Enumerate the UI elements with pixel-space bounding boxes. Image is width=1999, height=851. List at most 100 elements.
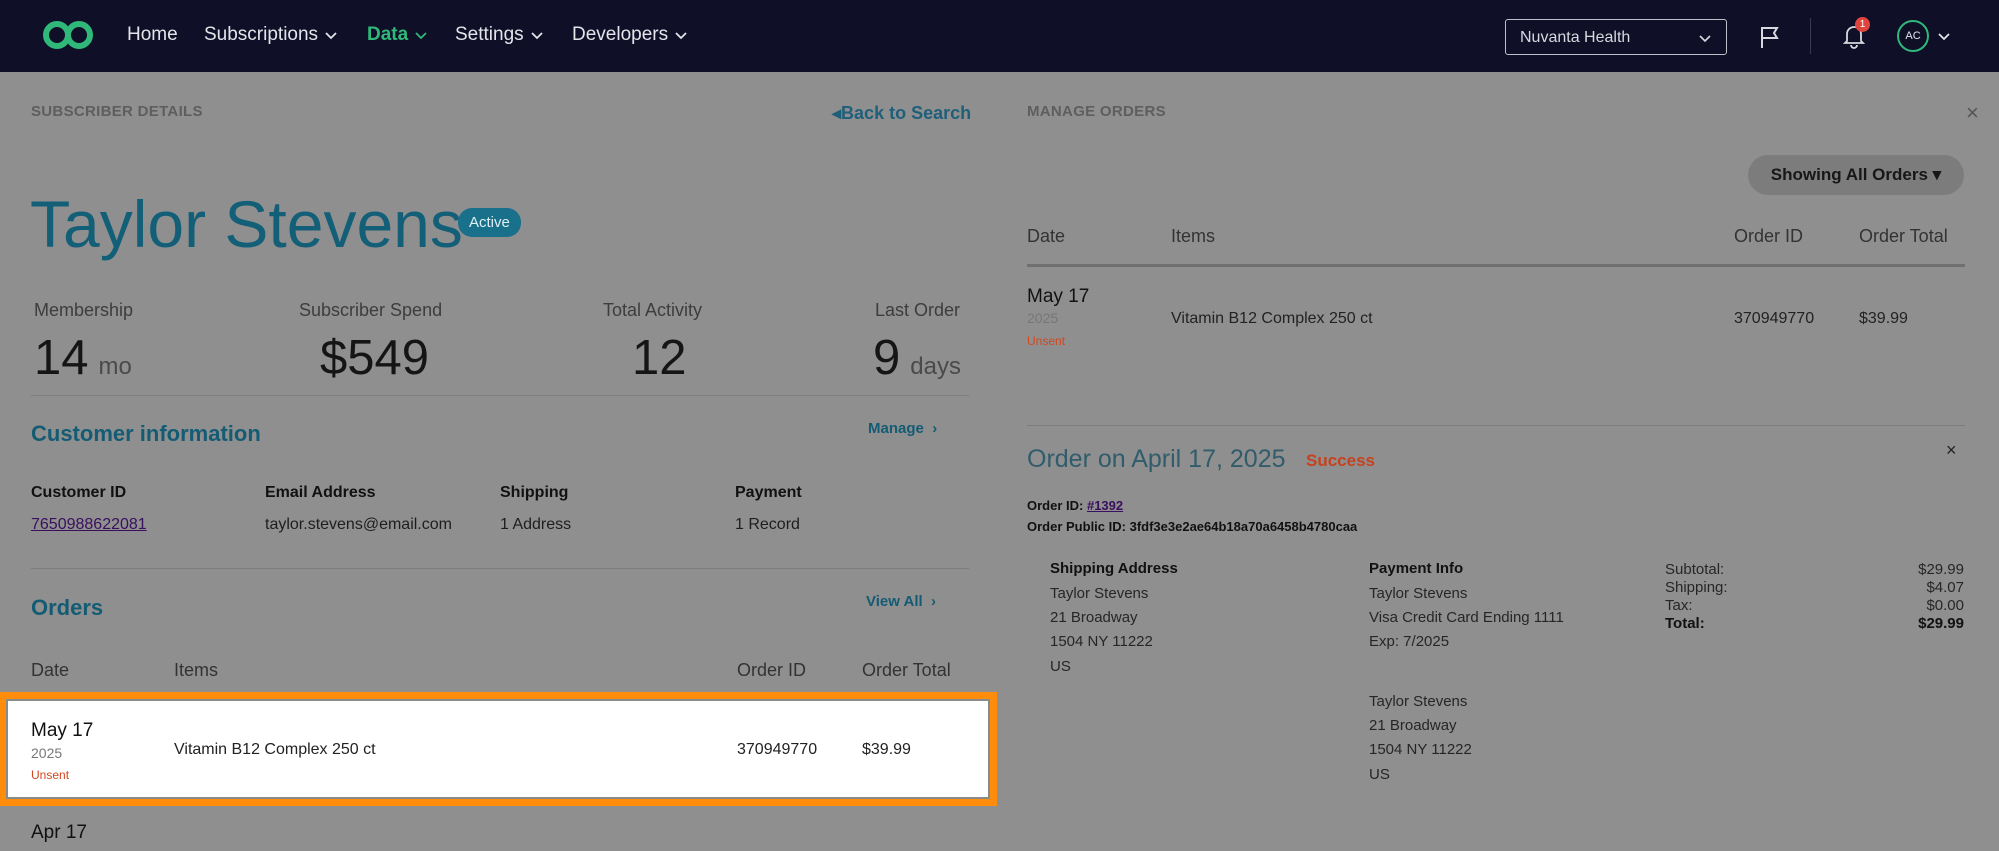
billing-line: US xyxy=(1369,766,1390,783)
payment-line: Taylor Stevens xyxy=(1369,585,1468,602)
top-nav: Home Subscriptions Data Settings Develop… xyxy=(0,0,1999,72)
chevron-right-icon: › xyxy=(926,593,937,610)
chevron-down-icon xyxy=(325,32,337,40)
close-icon[interactable]: × xyxy=(1966,100,1979,126)
shipping-cost-label: Shipping: xyxy=(1665,579,1728,596)
customer-id-link[interactable]: 7650988622081 xyxy=(31,516,147,533)
order-year: 2025 xyxy=(31,745,63,761)
nav-data-label: Data xyxy=(367,24,409,45)
shipping-line: 21 Broadway xyxy=(1050,609,1138,626)
public-id-value: 3fdf3e3e2ae64b18a70a6458b4780caa xyxy=(1129,519,1358,534)
order-status: Unsent xyxy=(1027,334,1066,348)
payment-label: Payment xyxy=(735,484,802,501)
stat-membership-value: 14 mo xyxy=(34,330,132,386)
tax-value: $0.00 xyxy=(1926,597,1964,614)
stat-membership-label: Membership xyxy=(34,300,134,320)
order-id-line: Order ID: #1392 xyxy=(1027,498,1123,513)
organization-select[interactable]: Nuvanta Health xyxy=(1505,19,1727,55)
table-header-divider xyxy=(1027,264,1965,267)
back-to-search-link[interactable]: ◂Back to Search xyxy=(832,103,971,124)
order-id: 370949770 xyxy=(737,741,818,758)
public-id-label: Order Public ID: xyxy=(1027,519,1126,534)
orders-col-items: Items xyxy=(174,660,219,680)
back-to-search-label: Back to Search xyxy=(841,103,972,123)
manage-col-total: Order Total xyxy=(1859,226,1948,246)
table-row[interactable]: May 17 2025 Unsent Vitamin B12 Complex 2… xyxy=(0,692,997,806)
shipping-label: Shipping xyxy=(500,484,569,501)
nav-settings-label: Settings xyxy=(455,24,524,45)
subscriber-details-label: SUBSCRIBER DETAILS xyxy=(31,103,203,120)
brand-logo-icon[interactable] xyxy=(42,20,94,50)
stat-last-order-label: Last Order xyxy=(875,300,961,320)
close-icon[interactable]: × xyxy=(1946,440,1957,461)
payment-value: 1 Record xyxy=(735,516,800,533)
customer-info-heading: Customer information xyxy=(31,421,261,446)
order-date[interactable]: Apr 17 xyxy=(31,822,87,844)
billing-line: Taylor Stevens xyxy=(1369,693,1468,710)
avatar[interactable]: AC xyxy=(1897,20,1929,52)
order-year: 2025 xyxy=(1027,310,1059,326)
order-id: 370949770 xyxy=(1734,310,1815,327)
caret-left-icon: ◂ xyxy=(832,103,842,123)
nav-subscriptions[interactable]: Subscriptions xyxy=(204,24,338,46)
organization-select-value: Nuvanta Health xyxy=(1520,29,1631,46)
order-detail-status: Success xyxy=(1306,451,1375,470)
nav-developers-label: Developers xyxy=(572,24,669,45)
order-id-link[interactable]: #1392 xyxy=(1087,498,1123,513)
chevron-down-icon xyxy=(531,32,543,40)
nav-settings[interactable]: Settings xyxy=(455,24,544,46)
view-all-label: View All xyxy=(866,593,923,610)
stat-membership-unit: mo xyxy=(98,353,132,380)
manage-label: Manage xyxy=(868,420,924,437)
orders-col-date: Date xyxy=(31,660,70,680)
order-status: Unsent xyxy=(31,768,70,782)
billing-line: 1504 NY 11222 xyxy=(1369,741,1472,758)
divider xyxy=(31,395,969,396)
stat-spend-value: $549 xyxy=(320,331,430,385)
nav-data[interactable]: Data xyxy=(367,24,428,46)
nav-home-label: Home xyxy=(127,24,178,45)
orders-col-order-id: Order ID xyxy=(737,660,807,680)
shipping-line: US xyxy=(1050,658,1071,675)
shipping-line: Taylor Stevens xyxy=(1050,585,1149,602)
order-detail-title: Order on April 17, 2025 xyxy=(1027,445,1286,473)
stat-activity-label: Total Activity xyxy=(603,300,703,320)
manage-col-order-id: Order ID xyxy=(1734,226,1804,246)
chevron-down-icon[interactable] xyxy=(1937,29,1951,43)
customer-id-value[interactable]: 7650988622081 xyxy=(31,516,147,534)
order-total: $39.99 xyxy=(862,741,911,758)
shipping-cost-value: $4.07 xyxy=(1926,579,1964,596)
order-date: May 17 xyxy=(1027,286,1090,307)
stat-last-order-value: 9 days xyxy=(873,330,961,386)
order-filter-button[interactable]: Showing All Orders ▾ xyxy=(1748,155,1964,195)
chevron-down-icon xyxy=(415,32,427,40)
manage-link[interactable]: Manage › xyxy=(868,420,937,437)
total-value: $29.99 xyxy=(1918,615,1964,632)
view-all-link[interactable]: View All › xyxy=(866,593,936,610)
stat-membership-number: 14 xyxy=(34,331,89,385)
flag-icon[interactable] xyxy=(1757,24,1783,50)
order-items: Vitamin B12 Complex 250 ct xyxy=(174,741,376,758)
email-label: Email Address xyxy=(265,484,376,501)
chevron-down-icon xyxy=(1699,35,1711,43)
order-id-label: Order ID: xyxy=(1027,498,1084,513)
order-date: May 17 xyxy=(31,720,94,741)
nav-home[interactable]: Home xyxy=(127,24,178,46)
divider xyxy=(31,568,969,569)
nav-divider xyxy=(1810,18,1811,54)
shipping-address-heading: Shipping Address xyxy=(1050,560,1178,577)
order-filter-label: Showing All Orders xyxy=(1770,165,1928,184)
manage-orders-label: MANAGE ORDERS xyxy=(1027,103,1166,120)
order-items: Vitamin B12 Complex 250 ct xyxy=(1171,310,1373,327)
public-id-line: Order Public ID: 3fdf3e3e2ae64b18a70a645… xyxy=(1027,519,1357,534)
chevron-down-icon xyxy=(675,32,687,40)
subtotal-value: $29.99 xyxy=(1918,561,1964,578)
stat-last-order-unit: days xyxy=(910,353,961,380)
nav-developers[interactable]: Developers xyxy=(572,24,688,46)
notification-badge: 1 xyxy=(1855,17,1870,32)
stat-last-order-number: 9 xyxy=(873,331,901,385)
caret-down-icon: ▾ xyxy=(1932,165,1942,184)
tax-label: Tax: xyxy=(1665,597,1693,614)
orders-col-total: Order Total xyxy=(862,660,951,680)
orders-heading: Orders xyxy=(31,595,104,620)
